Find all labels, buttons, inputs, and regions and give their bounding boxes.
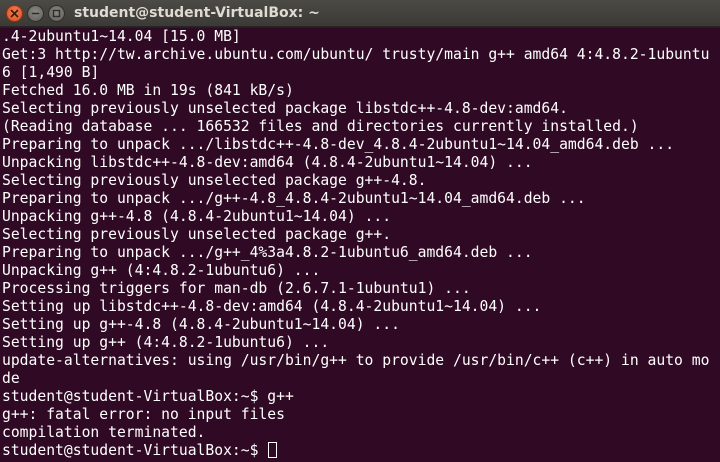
close-icon: [10, 9, 19, 18]
terminal-line: Unpacking g++ (4:4.8.2-1ubuntu6) ...: [2, 262, 321, 279]
terminal-line: update-alternatives: using /usr/bin/g++ …: [2, 352, 710, 369]
terminal-line: Processing triggers for man-db (2.6.7.1-…: [2, 280, 471, 297]
terminal-line: Setting up g++ (4:4.8.2-1ubuntu6) ...: [2, 334, 330, 351]
terminal-line: Selecting previously unselected package …: [2, 172, 427, 189]
terminal-line: compilation terminated.: [2, 424, 206, 441]
minimize-button[interactable]: [27, 5, 44, 22]
maximize-button[interactable]: [48, 5, 65, 22]
terminal-line: Preparing to unpack .../g++_4%3a4.8.2-1u…: [2, 244, 533, 261]
terminal-line: Preparing to unpack .../g++-4.8_4.8.4-2u…: [2, 190, 586, 207]
minimize-icon: [31, 12, 40, 15]
terminal-line: (Reading database ... 166532 files and d…: [2, 118, 639, 135]
text-cursor: [268, 442, 278, 458]
terminal-line: Selecting previously unselected package …: [2, 100, 568, 117]
terminal-line: Get:3 http://tw.archive.ubuntu.com/ubunt…: [2, 46, 710, 63]
terminal-line: Fetched 16.0 MB in 19s (841 kB/s): [2, 82, 294, 99]
terminal-line: .4-2ubuntu1~14.04 [15.0 MB]: [2, 28, 241, 45]
terminal-line: student@student-VirtualBox:~$ g++: [2, 388, 294, 405]
window-titlebar[interactable]: student@student-VirtualBox: ~: [0, 0, 720, 27]
terminal-area[interactable]: .4-2ubuntu1~14.04 [15.0 MB] Get:3 http:/…: [0, 28, 720, 462]
terminal-line: Selecting previously unselected package …: [2, 226, 392, 243]
terminal-line: Setting up g++-4.8 (4.8.4-2ubuntu1~14.04…: [2, 316, 400, 333]
terminal-line: de: [2, 370, 20, 387]
terminal-line: Unpacking libstdc++-4.8-dev:amd64 (4.8.4…: [2, 154, 533, 171]
terminal-prompt: student@student-VirtualBox:~$: [2, 442, 268, 459]
close-button[interactable]: [6, 5, 23, 22]
terminal-output: .4-2ubuntu1~14.04 [15.0 MB] Get:3 http:/…: [2, 28, 709, 460]
window-title: student@student-VirtualBox: ~: [74, 5, 320, 21]
terminal-line: g++: fatal error: no input files: [2, 406, 285, 423]
terminal-line: Setting up libstdc++-4.8-dev:amd64 (4.8.…: [2, 298, 542, 315]
terminal-line: 6 [1,490 B]: [2, 64, 100, 81]
terminal-line: Preparing to unpack .../libstdc++-4.8-de…: [2, 136, 675, 153]
maximize-icon: [52, 9, 61, 18]
terminal-prompt-line[interactable]: student@student-VirtualBox:~$: [2, 442, 709, 460]
terminal-line: Unpacking g++-4.8 (4.8.4-2ubuntu1~14.04)…: [2, 208, 392, 225]
